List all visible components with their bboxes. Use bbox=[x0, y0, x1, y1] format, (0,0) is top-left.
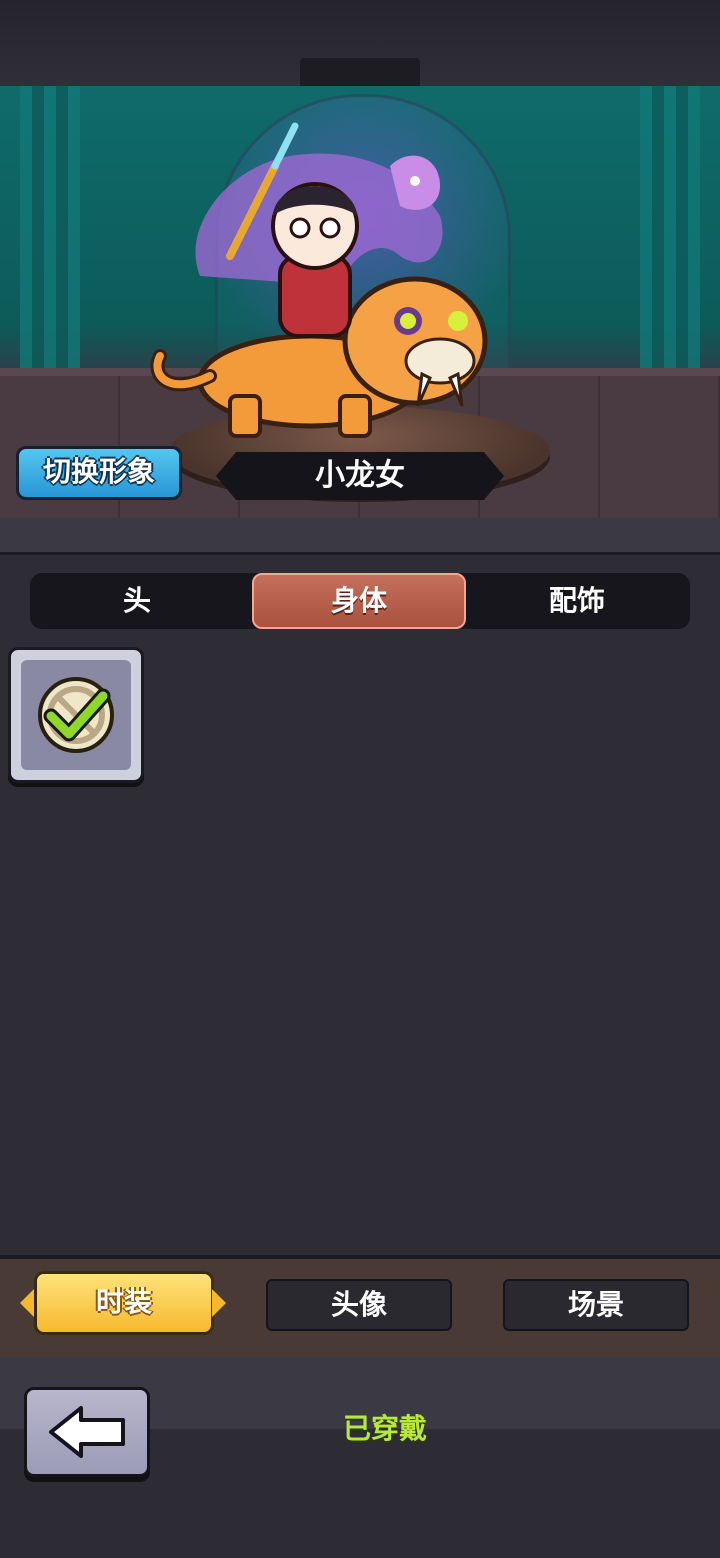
top-notch bbox=[300, 58, 420, 86]
tab-accessory[interactable]: 配饰 bbox=[470, 573, 684, 629]
tab-arrow-right-icon bbox=[212, 1289, 226, 1317]
category-tabs: 头 身体 配饰 bbox=[30, 573, 690, 629]
tab-avatar[interactable]: 头像 bbox=[266, 1279, 452, 1331]
item-slot-background bbox=[21, 660, 131, 770]
equipped-status: 已穿戴 bbox=[342, 1412, 427, 1445]
bottom-tab-bar: 时装 头像 场景 bbox=[0, 1255, 720, 1361]
curtain-left bbox=[20, 86, 80, 386]
switch-appearance-button[interactable]: 切换形象 bbox=[16, 446, 182, 500]
back-arrow-icon bbox=[49, 1406, 125, 1458]
tab-scene[interactable]: 场景 bbox=[503, 1279, 689, 1331]
item-slot-none[interactable] bbox=[8, 647, 144, 783]
check-none-icon bbox=[38, 677, 114, 753]
top-bar bbox=[0, 0, 720, 86]
tab-head[interactable]: 头 bbox=[30, 573, 244, 629]
character-name: 小龙女 bbox=[216, 452, 504, 500]
character-art bbox=[150, 122, 488, 438]
footer-bar: 已穿戴 bbox=[0, 1357, 720, 1558]
tab-fashion[interactable]: 时装 bbox=[34, 1271, 214, 1335]
tab-arrow-left-icon bbox=[20, 1289, 34, 1317]
character-preview-stage: 切换形象 小龙女 bbox=[0, 86, 720, 518]
curtain-right bbox=[640, 86, 700, 386]
section-divider bbox=[0, 518, 720, 555]
tab-body[interactable]: 身体 bbox=[252, 573, 466, 629]
wardrobe-panel: 头 身体 配饰 bbox=[0, 555, 720, 1255]
back-button[interactable] bbox=[24, 1387, 150, 1477]
